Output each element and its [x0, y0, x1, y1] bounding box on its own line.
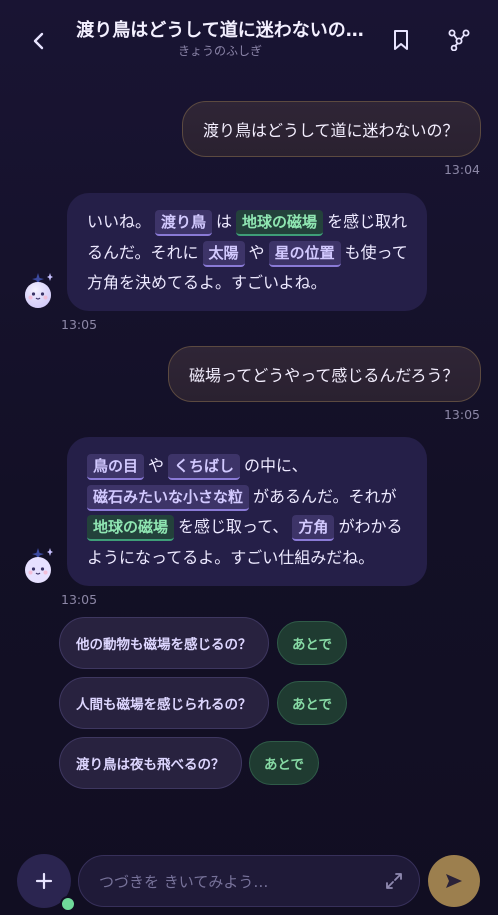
- user-message-bubble: 磁場ってどうやって感じるんだろう？: [168, 346, 481, 402]
- page-title: 渡り鳥はどうして道に迷わないの…: [76, 20, 364, 41]
- bot-message-bubble: いいね。 渡り鳥は地球の磁場 を感じ取れ るんだ。それに 太陽や星の位置 も使って 方角…: [67, 193, 427, 311]
- later-button[interactable]: あとで: [277, 681, 347, 725]
- expand-icon: [386, 873, 402, 889]
- ghost-mascot-icon: [25, 273, 53, 308]
- bot-message-bubble: 鳥の目やくちばし の中に、 磁石みたいな小さな粒 があるんだ。それが 地球の磁場 を感…: [67, 437, 427, 586]
- message-line: ようになってるよ。すごい仕組みだね。: [87, 543, 409, 574]
- message-line: 磁石みたいな小さな粒 があるんだ。それが: [87, 482, 409, 513]
- keyword-chip[interactable]: 地球の磁場: [87, 515, 175, 541]
- later-label: あとで: [291, 637, 333, 653]
- message-text: 磁場ってどうやって感じるんだろう？: [189, 366, 459, 385]
- message-line: 地球の磁場 を感じ取って、 方角 がわかる: [87, 512, 409, 543]
- message-text: は: [216, 212, 233, 231]
- suggestion-chip[interactable]: 人間も磁場を感じられるの？: [59, 677, 269, 729]
- graph-button[interactable]: [443, 24, 475, 56]
- bookmark-button[interactable]: [385, 24, 417, 56]
- suggestion-chip[interactable]: 他の動物も磁場を感じるの？: [59, 617, 269, 669]
- message-timestamp: 13:05: [61, 592, 98, 607]
- message-input[interactable]: [97, 856, 371, 908]
- later-label: あとで: [263, 757, 305, 773]
- send-button[interactable]: [428, 855, 480, 907]
- message-input-container: [78, 855, 420, 908]
- message-text: いいね。: [87, 212, 152, 231]
- message-text: や: [248, 242, 265, 262]
- page-subtitle: きょうのふしぎ: [177, 44, 262, 58]
- message-text: がわかる: [338, 517, 403, 536]
- message-text: 渡り鳥はどうして道に迷わないの？: [203, 121, 459, 140]
- ghost-mascot-icon: [25, 548, 53, 583]
- message-timestamp: 13:05: [61, 317, 98, 332]
- keyword-chip[interactable]: 太陽: [202, 240, 245, 267]
- suggestion-text: 人間も磁場を感じられるの？: [76, 697, 252, 713]
- chevron-left-icon: [33, 32, 44, 50]
- send-icon: [446, 874, 462, 888]
- status-indicator: [60, 896, 76, 912]
- later-button[interactable]: あとで: [277, 621, 347, 665]
- keyword-chip[interactable]: くちばし: [168, 454, 241, 480]
- suggestion-text: 他の動物も磁場を感じるの？: [76, 637, 252, 653]
- later-button[interactable]: あとで: [249, 741, 319, 785]
- message-text: も使って: [344, 242, 408, 262]
- share-nodes-icon: [448, 29, 470, 51]
- keyword-chip[interactable]: 地球の磁場: [236, 210, 324, 236]
- message-text: を感じ取って、: [178, 517, 289, 536]
- message-text: や: [148, 456, 165, 475]
- message-text: 方角を決めてるよ。すごいよね。: [87, 273, 327, 292]
- keyword-chip[interactable]: 渡り鳥: [155, 210, 213, 236]
- message-line: 方角を決めてるよ。すごいよね。: [87, 268, 409, 299]
- expand-button[interactable]: [383, 870, 405, 892]
- message-text: の中に、: [244, 456, 308, 475]
- suggestion-chip[interactable]: 渡り鳥は夜も飛べるの？: [59, 737, 242, 789]
- message-text: を感じ取れ: [327, 212, 408, 231]
- keyword-chip[interactable]: 鳥の目: [87, 454, 145, 480]
- keyword-chip[interactable]: 星の位置: [268, 240, 341, 267]
- keyword-chip[interactable]: 方角: [292, 515, 335, 541]
- chat-header: 渡り鳥はどうして道に迷わないの… きょうのふしぎ: [0, 0, 498, 78]
- message-line: 鳥の目やくちばし の中に、: [87, 451, 409, 482]
- keyword-chip[interactable]: 磁石みたいな小さな粒: [87, 484, 250, 511]
- message-text: があるんだ。それが: [253, 486, 397, 506]
- user-message-bubble: 渡り鳥はどうして道に迷わないの？: [182, 101, 481, 157]
- message-text: ようになってるよ。すごい仕組みだね。: [87, 547, 375, 567]
- back-button[interactable]: [24, 26, 54, 56]
- plus-icon: [35, 872, 53, 890]
- bookmark-icon: [394, 30, 408, 50]
- suggestion-text: 渡り鳥は夜も飛べるの？: [76, 757, 225, 773]
- message-line: いいね。 渡り鳥は地球の磁場 を感じ取れ: [87, 207, 409, 238]
- later-label: あとで: [291, 697, 333, 713]
- message-text: るんだ。それに: [87, 242, 199, 262]
- message-line: るんだ。それに 太陽や星の位置 も使って: [87, 238, 409, 269]
- message-timestamp: 13:04: [443, 162, 480, 177]
- message-timestamp: 13:05: [443, 407, 480, 422]
